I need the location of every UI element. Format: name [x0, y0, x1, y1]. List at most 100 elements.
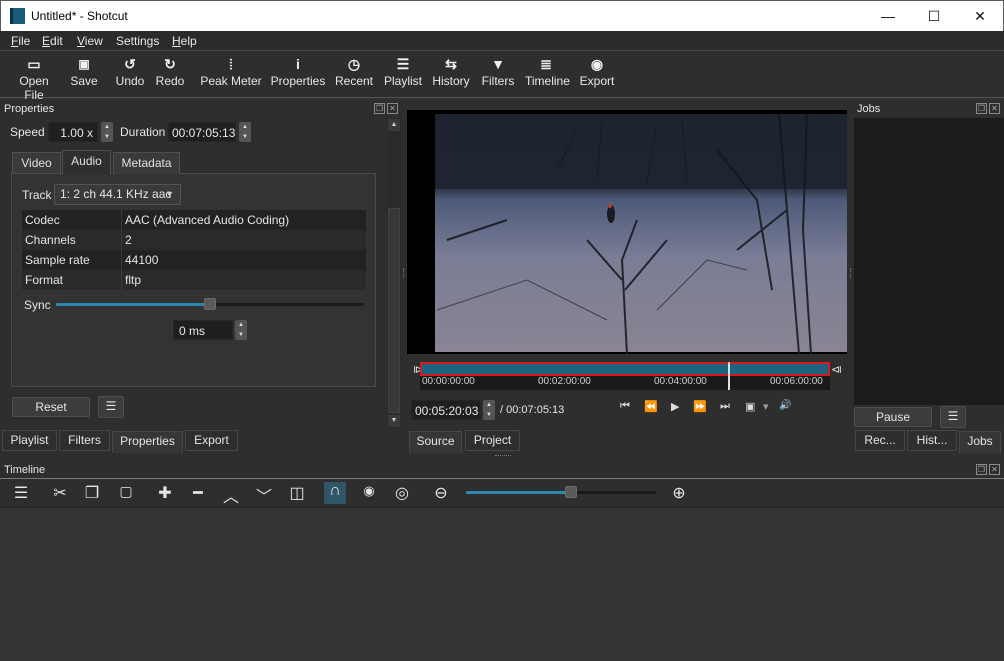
fast-forward-button[interactable]: ⏩ — [693, 400, 707, 413]
undo-icon: ↺ — [124, 56, 136, 72]
menu-settings[interactable]: Settings — [116, 34, 159, 48]
float-icon[interactable]: ❐ — [976, 464, 987, 475]
speed-spinner[interactable]: ▲ ▼ — [101, 122, 113, 142]
scrub-toggle[interactable]: ◉ — [358, 483, 380, 499]
minimize-button[interactable]: — — [865, 1, 911, 31]
jobs-list[interactable] — [854, 118, 1004, 405]
duration-input[interactable]: 00:07:05:13 — [168, 122, 236, 142]
properties-dock-title: Properties — [4, 103, 55, 115]
splitter-handle[interactable] — [495, 455, 511, 456]
out-point-marker-icon[interactable]: ⧏ — [831, 363, 842, 376]
lift-button[interactable]: ︿ — [220, 483, 242, 507]
history-icon: ⇆ — [445, 56, 457, 72]
close-button[interactable]: ✕ — [957, 1, 1003, 31]
splitter-handle[interactable] — [850, 268, 853, 278]
play-button[interactable]: ▶ — [671, 400, 679, 413]
tab-project[interactable]: Project — [465, 430, 520, 451]
properties-menu-button[interactable]: ☰ — [98, 396, 124, 418]
position-spinner[interactable]: ▲ ▼ — [483, 400, 495, 420]
history-button[interactable]: ⇆ History — [431, 52, 471, 98]
tab-playlist[interactable]: Playlist — [2, 430, 57, 451]
main-toolbar: ▭ Open File ▣ Save ↺ Undo ↻ Redo ⦙ Peak Meter… — [0, 52, 1004, 102]
scroll-down-icon[interactable]: ▼ — [388, 415, 400, 427]
splitter-handle[interactable] — [403, 268, 406, 278]
tab-properties[interactable]: Properties — [112, 431, 183, 453]
track-select[interactable]: 1: 2 ch 44.1 KHz aac ▼ — [54, 184, 181, 205]
zoom-in-icon: ⊕ — [672, 485, 686, 502]
snap-toggle[interactable]: ∩ — [324, 482, 346, 504]
tab-recent[interactable]: Rec... — [855, 430, 905, 451]
ripple-toggle[interactable]: ◎ — [391, 483, 413, 503]
zoom-dropdown-button[interactable]: ▾ — [763, 400, 769, 413]
copy-button[interactable]: ❐ — [81, 483, 103, 503]
playhead[interactable] — [728, 362, 730, 390]
tab-filters[interactable]: Filters — [59, 430, 110, 451]
ruler-tick-label: 00:02:00:00 — [538, 376, 591, 387]
undo-button[interactable]: ↺ Undo — [113, 52, 147, 98]
export-button[interactable]: ◉ Export — [578, 52, 616, 98]
paste-button[interactable]: ▢ — [115, 483, 137, 500]
dock-close-icon[interactable]: ✕ — [387, 103, 398, 114]
float-icon[interactable]: ❐ — [976, 103, 987, 114]
duration-spinner[interactable]: ▲ ▼ — [239, 122, 251, 142]
sync-slider-fill — [56, 303, 210, 306]
speed-label: Speed — [10, 125, 45, 139]
zoom-in-button[interactable]: ⊕ — [668, 483, 690, 503]
split-button[interactable]: ◫ — [286, 483, 308, 503]
peak-meter-button[interactable]: ⦙ Peak Meter — [200, 52, 262, 98]
ruler-tick-label: 00:06:00:00 — [770, 376, 823, 387]
menu-view[interactable]: View — [77, 34, 103, 48]
timecode-ruler[interactable]: 00:00:00:00 00:02:00:00 00:04:00:00 00:0… — [420, 362, 830, 390]
tab-source[interactable]: Source — [409, 431, 462, 453]
tab-jobs[interactable]: Jobs — [959, 431, 1001, 453]
sync-input[interactable]: 0 ms — [173, 320, 233, 340]
maximize-button[interactable]: ☐ — [911, 1, 957, 31]
cut-button[interactable]: ✂ — [49, 483, 71, 503]
position-timecode-input[interactable]: 00:05:20:03 — [411, 400, 481, 420]
open-file-button[interactable]: ▭ Open File — [8, 52, 60, 102]
timeline-menu-button[interactable]: ☰ — [10, 483, 32, 503]
properties-scrollbar[interactable]: ▲ ▼ — [387, 118, 401, 428]
overwrite-button[interactable]: ﹀ — [253, 483, 275, 507]
filters-button[interactable]: ▼ Filters — [481, 52, 515, 98]
tab-history[interactable]: Hist... — [907, 430, 957, 451]
append-button[interactable]: ✚ — [154, 483, 176, 503]
ruler-tick-label: 00:00:00:00 — [422, 376, 475, 387]
skip-to-start-button[interactable]: ⏮ — [620, 400, 630, 413]
reset-button[interactable]: Reset — [12, 397, 90, 417]
save-button[interactable]: ▣ Save — [66, 52, 102, 98]
video-preview[interactable] — [407, 110, 847, 354]
skip-to-end-button[interactable]: ⏭ — [720, 400, 730, 413]
timeline-zoom-slider-handle[interactable] — [565, 486, 577, 498]
scroll-up-icon[interactable]: ▲ — [388, 119, 400, 131]
speed-input[interactable]: 1.00 x — [48, 122, 98, 142]
pause-button[interactable]: Pause — [854, 407, 932, 427]
dock-close-icon[interactable]: ✕ — [989, 464, 1000, 475]
properties-button[interactable]: i Properties — [270, 52, 326, 98]
timeline-button[interactable]: ≣ Timeline — [525, 52, 570, 98]
playlist-button[interactable]: ☰ Playlist — [384, 52, 422, 98]
scrollbar-thumb[interactable] — [388, 208, 400, 413]
rewind-button[interactable]: ⏪ — [644, 400, 658, 413]
timeline-tracks-area[interactable] — [0, 507, 1004, 661]
zoom-fit-button[interactable]: ▣ — [745, 400, 755, 413]
jobs-menu-button[interactable]: ☰ — [940, 406, 966, 428]
menu-file[interactable]: File — [11, 34, 30, 48]
menu-icon: ☰ — [947, 409, 959, 423]
tab-metadata[interactable]: Metadata — [113, 152, 180, 174]
menu-edit[interactable]: Edit — [42, 34, 63, 48]
clock-icon: ◷ — [347, 56, 361, 72]
dock-close-icon[interactable]: ✕ — [989, 103, 1000, 114]
sync-spinner[interactable]: ▲ ▼ — [235, 320, 247, 340]
float-icon[interactable]: ❐ — [374, 103, 385, 114]
tab-video[interactable]: Video — [12, 152, 61, 174]
menu-help[interactable]: Help — [172, 34, 197, 48]
sync-slider-handle[interactable] — [204, 298, 216, 310]
tab-export[interactable]: Export — [185, 430, 238, 451]
tab-audio[interactable]: Audio — [62, 150, 111, 174]
volume-button[interactable]: 🔊 — [779, 400, 791, 411]
redo-button[interactable]: ↻ Redo — [153, 52, 187, 98]
remove-button[interactable]: ━ — [187, 483, 209, 503]
zoom-out-button[interactable]: ⊖ — [430, 483, 452, 503]
recent-button[interactable]: ◷ Recent — [334, 52, 374, 98]
